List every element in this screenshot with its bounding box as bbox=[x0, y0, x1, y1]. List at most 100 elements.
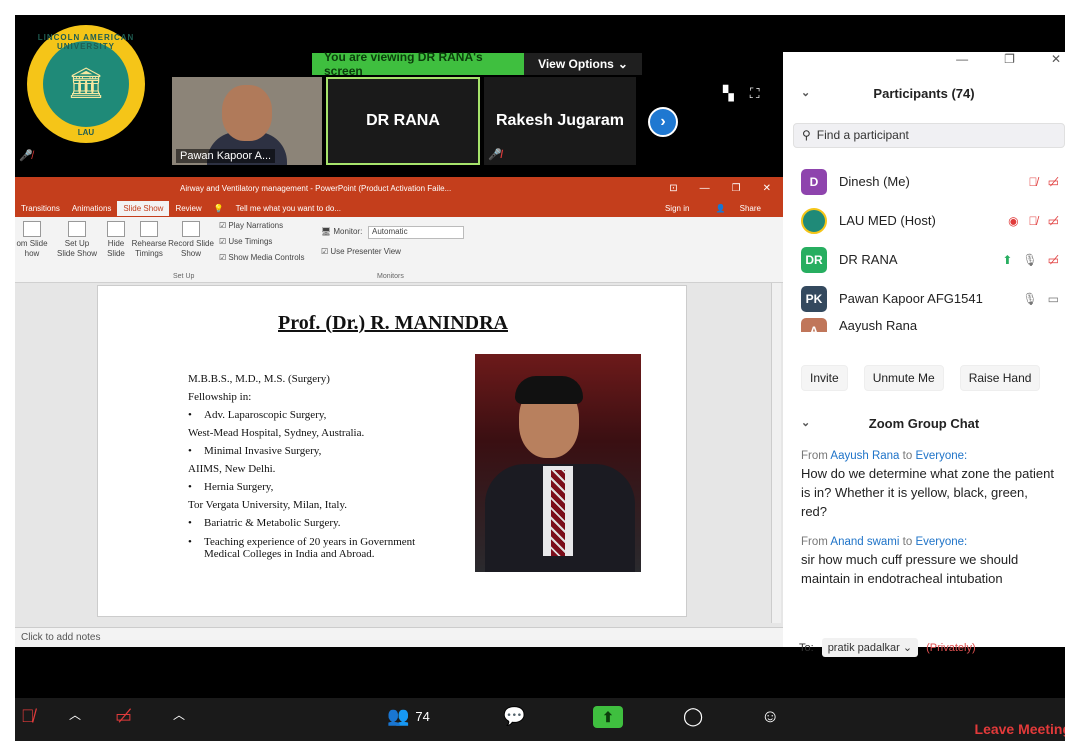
participant-search[interactable]: ⚲ Find a participant bbox=[793, 123, 1065, 148]
tab-transitions[interactable]: Transitions bbox=[15, 201, 66, 216]
notes-pane[interactable]: Click to add notes bbox=[15, 627, 783, 647]
monitor-select[interactable]: Automatic bbox=[368, 226, 464, 239]
slide-line: West-Mead Hospital, Sydney, Australia. bbox=[188, 427, 365, 439]
logo-emblem: 🏛 bbox=[43, 41, 129, 127]
reactions-button[interactable]: ☺ bbox=[761, 706, 779, 727]
mute-button[interactable]: 🎙̸ bbox=[21, 706, 35, 727]
record-slide-show-button[interactable]: Record Slide Show bbox=[167, 221, 215, 259]
chat-message: From Aayush Rana to Everyone: How do we … bbox=[801, 449, 1057, 521]
presenter-view-checkbox[interactable]: ☑ Use Presenter View bbox=[321, 247, 401, 256]
recipient-select[interactable]: pratik padalkar ⌄ bbox=[821, 638, 919, 657]
tell-me-search[interactable]: Tell me what you want to do... bbox=[230, 201, 347, 216]
tab-slide-show[interactable]: Slide Show bbox=[117, 200, 170, 216]
monitor-icon: 🖥 bbox=[321, 227, 332, 236]
show-media-controls-checkbox[interactable]: ☑ Show Media Controls bbox=[219, 253, 304, 262]
video-tile-rakesh[interactable]: Rakesh Jugaram 🎤̸ bbox=[484, 77, 636, 165]
close-icon[interactable]: ✕ bbox=[763, 183, 771, 194]
rehearse-label: Rehearse Timings bbox=[131, 239, 167, 258]
fullscreen-icon[interactable]: ⛶ bbox=[750, 85, 760, 102]
viewing-label: You are viewing DR RANA's screen bbox=[312, 50, 524, 78]
close-icon[interactable]: ✕ bbox=[1051, 52, 1061, 72]
unmute-button[interactable]: Unmute Me bbox=[863, 365, 944, 391]
record-icon bbox=[182, 221, 200, 237]
chat-button[interactable]: 💬 bbox=[503, 706, 525, 727]
stop-video-button[interactable]: ▭̸ bbox=[115, 706, 132, 727]
avatar: PK bbox=[801, 285, 827, 312]
timer-icon bbox=[140, 221, 158, 237]
logo-abbrev: LAU bbox=[77, 128, 95, 137]
chevron-down-icon[interactable]: ⌄ bbox=[801, 86, 810, 99]
tab-animations[interactable]: Animations bbox=[66, 201, 118, 216]
building-icon: 🏛 bbox=[66, 67, 106, 100]
slide-scrollbar[interactable] bbox=[771, 283, 781, 623]
raise-hand-button[interactable]: Raise Hand bbox=[959, 365, 1041, 391]
chevron-up-icon: ︿ bbox=[69, 708, 82, 722]
participant-row[interactable]: LAU MED (Host) ◉ 🎙̸ ▭̸ bbox=[783, 201, 1065, 240]
share-banner: You are viewing DR RANA's screen View Op… bbox=[312, 50, 642, 78]
chat-message: From Anand swami to Everyone: sir how mu… bbox=[801, 535, 1057, 588]
tab-review[interactable]: Review bbox=[169, 201, 207, 216]
video-off-icon: ▭̸ bbox=[1047, 252, 1059, 267]
record-button[interactable]: ◯ bbox=[683, 706, 703, 727]
recipient-name[interactable]: Everyone: bbox=[915, 536, 967, 548]
participant-row[interactable]: PK Pawan Kapoor AFG1541 🎙 ▭ bbox=[783, 279, 1065, 318]
participant-row[interactable]: D Dinesh (Me) 🎙̸ ▭̸ bbox=[783, 162, 1065, 201]
monitor-value: Automatic bbox=[372, 227, 408, 236]
video-tile-dr-rana[interactable]: DR RANA bbox=[326, 77, 480, 165]
participant-count: 74 bbox=[415, 709, 430, 724]
avatar bbox=[801, 207, 827, 234]
layout-icon[interactable]: ▚ bbox=[723, 85, 734, 102]
participants-button[interactable]: 👥 74 bbox=[387, 706, 430, 727]
slideshow-icon bbox=[23, 221, 41, 237]
invite-button[interactable]: Invite bbox=[801, 365, 848, 391]
chevron-down-icon[interactable]: ⌄ bbox=[801, 416, 810, 429]
sender-name[interactable]: Anand swami bbox=[830, 536, 899, 548]
recipient-name[interactable]: Everyone: bbox=[915, 450, 967, 462]
chat-header: ⌄ Zoom Group Chat bbox=[783, 416, 1065, 431]
university-logo: LINCOLN AMERICAN UNIVERSITY 🏛 LAU bbox=[27, 25, 145, 143]
minimize-icon[interactable]: — bbox=[700, 183, 710, 194]
to-label: To: bbox=[799, 641, 814, 654]
slide-canvas[interactable]: Prof. (Dr.) R. MANINDRA M.B.B.S., M.D., … bbox=[97, 285, 687, 617]
ribbon-display-icon[interactable]: ⊡ bbox=[669, 183, 677, 194]
participant-name: Aayush Rana bbox=[839, 318, 918, 332]
message-meta: From Aayush Rana to Everyone: bbox=[801, 449, 1057, 464]
video-tile-pawan[interactable]: Pawan Kapoor A... bbox=[172, 77, 322, 165]
recipient-value: pratik padalkar bbox=[827, 642, 900, 654]
next-page-button[interactable]: › bbox=[648, 107, 678, 137]
share-screen-button[interactable]: ⬆ bbox=[593, 706, 623, 728]
participant-row[interactable]: A Aayush Rana bbox=[783, 318, 1065, 332]
message-text: sir how much cuff pressure we should mai… bbox=[801, 552, 1019, 586]
slide-line: Tor Vergata University, Milan, Italy. bbox=[188, 499, 348, 511]
use-timings-checkbox[interactable]: ☑ Use Timings bbox=[219, 237, 272, 246]
share-label: Share bbox=[739, 203, 761, 213]
monitor-label: Monitor: bbox=[333, 227, 363, 236]
view-options-button[interactable]: View Options ⌄ bbox=[524, 53, 642, 75]
sign-in-link[interactable]: Sign in bbox=[659, 201, 695, 216]
minimize-icon[interactable]: — bbox=[956, 52, 968, 72]
restore-icon[interactable]: ❐ bbox=[732, 183, 741, 194]
rehearse-timings-button[interactable]: Rehearse Timings bbox=[131, 221, 167, 259]
hide-slide-button[interactable]: Hide Slide bbox=[101, 221, 131, 259]
setup-icon bbox=[68, 221, 86, 237]
zoom-window: LINCOLN AMERICAN UNIVERSITY 🏛 LAU 🎤̸ You… bbox=[15, 15, 1065, 741]
leave-meeting-button[interactable]: Leave Meeting bbox=[975, 721, 1065, 737]
use-timings-label: Use Timings bbox=[228, 237, 273, 246]
setup-slide-show-button[interactable]: Set Up Slide Show bbox=[55, 221, 99, 259]
sender-name[interactable]: Aayush Rana bbox=[830, 450, 899, 462]
video-options-button[interactable]: ︿ bbox=[173, 706, 185, 723]
restore-icon[interactable]: ❐ bbox=[1004, 52, 1015, 72]
message-text: How do we determine what zone the patien… bbox=[801, 466, 1054, 519]
participant-row[interactable]: DR DR RANA ⬆ 🎙 ▭̸ bbox=[783, 240, 1065, 279]
slide-editing-area: Prof. (Dr.) R. MANINDRA M.B.B.S., M.D., … bbox=[15, 283, 783, 627]
share-button[interactable]: 👤 Share bbox=[703, 201, 773, 216]
muted-mic-icon: 🎙̸ bbox=[1028, 213, 1038, 228]
mic-icon: 🎙 bbox=[1022, 291, 1038, 306]
audio-options-button[interactable]: ︿ bbox=[69, 706, 81, 723]
participant-name: LAU MED (Host) bbox=[839, 213, 936, 228]
tell-me-icon: 💡 bbox=[213, 203, 224, 213]
play-narrations-checkbox[interactable]: ☑ Play Narrations bbox=[219, 221, 283, 230]
from-label: From bbox=[801, 450, 828, 462]
custom-slide-show-button[interactable]: om Slide how bbox=[15, 221, 49, 259]
play-narrations-label: Play Narrations bbox=[228, 221, 284, 230]
